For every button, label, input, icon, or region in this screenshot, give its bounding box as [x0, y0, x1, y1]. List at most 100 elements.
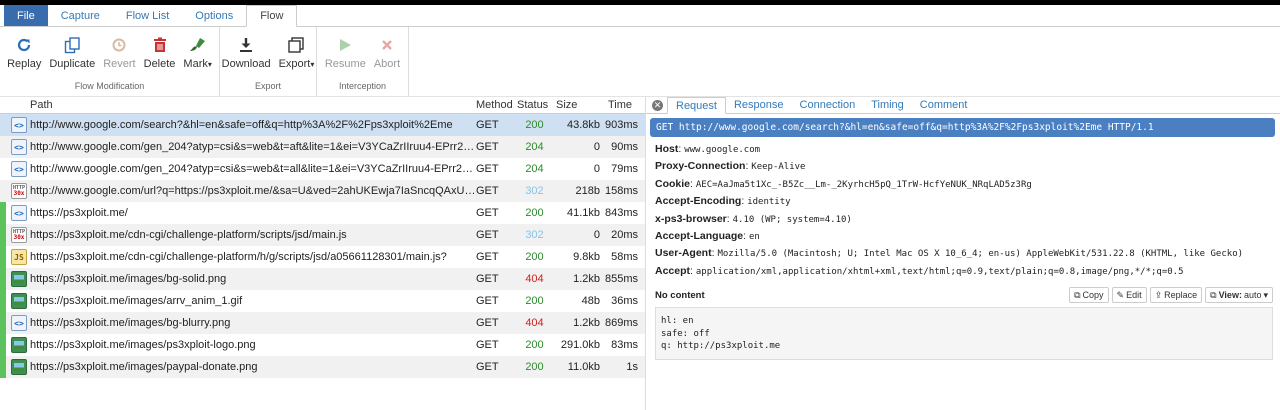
header-row: Cookie: AEC=AaJma5t1Xc_-B5Zc__Lm-_2Kyrhc… — [655, 177, 1032, 190]
resume-button[interactable]: Resume — [321, 27, 370, 79]
tab-response[interactable]: Response — [726, 97, 792, 113]
flow-row[interactable]: https://ps3xploit.me/images/ps3xploit-lo… — [0, 334, 645, 356]
flow-row[interactable]: JS https://ps3xploit.me/cdn-cgi/challenge… — [0, 246, 645, 268]
copy-button[interactable]: ⧉ Copy — [1069, 287, 1109, 304]
flow-size: 41.1kb — [566, 207, 600, 219]
flow-time: 903ms — [604, 119, 638, 131]
resume-icon — [339, 35, 352, 55]
body-line: hl: en — [661, 316, 694, 327]
menu-tab-options[interactable]: Options — [182, 5, 246, 26]
flow-path: https://ps3xploit.me/images/paypal-donat… — [30, 361, 258, 373]
flow-path: https://ps3xploit.me/images/arrv_anim_1.… — [30, 295, 243, 307]
request-headers: Host: www.google.com Proxy-Connection: Ke… — [646, 137, 1280, 280]
flow-time: 843ms — [604, 207, 638, 219]
header-name: Cookie — [655, 177, 691, 190]
flow-row[interactable]: <> http://www.google.com/search?&hl=en&sa… — [0, 114, 645, 136]
flow-path: https://ps3xploit.me/ — [30, 207, 128, 219]
column-path[interactable]: Path — [30, 99, 476, 111]
flow-time: 58ms — [611, 251, 638, 263]
flow-time: 869ms — [604, 317, 638, 329]
view-mode-dropdown[interactable]: ⧉ View: auto ▾ — [1205, 287, 1273, 304]
flow-time: 855ms — [604, 273, 638, 285]
download-button[interactable]: Download — [218, 27, 275, 79]
menu-tab-file[interactable]: File — [4, 5, 48, 26]
copy-icon: ⧉ — [1074, 289, 1081, 300]
tab-connection[interactable]: Connection — [792, 97, 864, 113]
export-icon — [288, 35, 305, 55]
flow-marker — [0, 334, 6, 356]
toolbar-group-interception: Resume Abort Interception — [317, 27, 409, 96]
flow-row[interactable]: https://ps3xploit.me/images/arrv_anim_1.… — [0, 290, 645, 312]
html-file-icon: <> — [8, 117, 30, 133]
image-file-icon — [8, 293, 30, 309]
flow-marker — [0, 180, 8, 202]
export-button[interactable]: Export ▾ — [275, 27, 319, 79]
flow-row[interactable]: <> https://ps3xploit.me/GET 200 41.1kb 843ms — [0, 202, 645, 224]
flow-size: 0 — [593, 141, 600, 153]
replay-button[interactable]: Replay — [3, 27, 45, 79]
column-method[interactable]: Method — [476, 99, 517, 111]
column-time[interactable]: Time — [600, 99, 638, 111]
flow-path: http://www.google.com/url?q=https://ps3x… — [30, 185, 476, 197]
duplicate-icon — [64, 35, 81, 55]
flow-row[interactable]: https://ps3xploit.me/images/paypal-donat… — [0, 356, 645, 378]
toolbar-group-caption: Export — [254, 81, 281, 91]
tab-timing[interactable]: Timing — [863, 97, 912, 113]
menu-tab-flow-list[interactable]: Flow List — [113, 5, 182, 26]
flow-status: 204 — [525, 141, 544, 153]
flow-time: 83ms — [611, 339, 638, 351]
flow-status: 404 — [525, 273, 544, 285]
flow-row[interactable]: <> http://www.google.com/gen_204?atyp=csi… — [0, 136, 645, 158]
header-name: Accept-Language — [655, 229, 744, 242]
flow-path: https://ps3xploit.me/images/bg-solid.png — [30, 273, 227, 285]
flow-size: 1.2kb — [573, 273, 600, 285]
html-file-icon: <> — [8, 161, 30, 177]
image-file-icon — [8, 337, 30, 353]
flow-time: 36ms — [611, 295, 638, 307]
flow-marker — [0, 268, 6, 290]
revert-button[interactable]: Revert — [99, 27, 139, 79]
flow-status: 404 — [525, 317, 544, 329]
flow-row[interactable]: HTTP 30x http://www.google.com/url?q=https… — [0, 180, 645, 202]
flow-row[interactable]: HTTP 30x https://ps3xploit.me/cdn-cgi/chal… — [0, 224, 645, 246]
html-file-icon: <> — [8, 205, 30, 221]
flow-marker — [0, 356, 6, 378]
column-size[interactable]: Size — [552, 99, 600, 111]
mark-button[interactable]: Mark ▾ — [179, 27, 215, 79]
replace-button[interactable]: ⇪ Replace — [1149, 287, 1203, 304]
delete-label: Delete — [143, 58, 176, 70]
flow-row[interactable]: <> http://www.google.com/gen_204?atyp=csi… — [0, 158, 645, 180]
menu-tab-flow[interactable]: Flow — [246, 5, 298, 27]
duplicate-button[interactable]: Duplicate — [45, 27, 99, 79]
edit-button[interactable]: ✎ Edit — [1111, 287, 1147, 304]
copy-label: Copy — [1082, 290, 1104, 301]
flow-row[interactable]: <> https://ps3xploit.me/images/bg-blurry.… — [0, 312, 645, 334]
flow-path: https://ps3xploit.me/images/ps3xploit-lo… — [30, 339, 256, 351]
flow-row[interactable]: https://ps3xploit.me/images/bg-solid.png… — [0, 268, 645, 290]
body-line: q: http://ps3xploit.me — [661, 341, 781, 352]
tab-comment[interactable]: Comment — [912, 97, 976, 113]
flow-method: GET — [476, 207, 499, 219]
toolbar-group-caption: Flow Modification — [74, 81, 145, 91]
flow-status: 200 — [525, 207, 544, 219]
header-name: Proxy-Connection — [655, 160, 746, 173]
header-value: AEC=AaJma5t1Xc_-B5Zc__Lm-_2KyrhcH5pQ_1Tr… — [695, 179, 1032, 190]
delete-button[interactable]: Delete — [140, 27, 180, 79]
view-icon: ⧉ — [1210, 289, 1217, 300]
request-body: hl: en safe: off q: http://ps3xploit.me — [655, 307, 1273, 361]
column-status[interactable]: Status — [517, 99, 552, 111]
abort-button[interactable]: Abort — [370, 27, 404, 79]
flow-method: GET — [476, 339, 499, 351]
flow-marker — [0, 136, 8, 158]
flow-method: GET — [476, 163, 499, 175]
caret-down-icon: ▾ — [1263, 289, 1268, 300]
menu-tab-capture[interactable]: Capture — [48, 5, 113, 26]
toolbar-group-caption: Interception — [338, 81, 387, 91]
content-toolbar: No content ⧉ Copy ✎ Edit ⇪ Replace ⧉ View: au… — [646, 285, 1280, 305]
tab-request[interactable]: Request — [667, 97, 726, 114]
menu-bar: File Capture Flow List Options Flow — [0, 5, 1280, 27]
flow-method: GET — [476, 229, 499, 241]
flow-status: 204 — [525, 163, 544, 175]
close-icon[interactable]: ✕ — [652, 100, 663, 111]
header-row: Host: www.google.com — [655, 143, 761, 155]
